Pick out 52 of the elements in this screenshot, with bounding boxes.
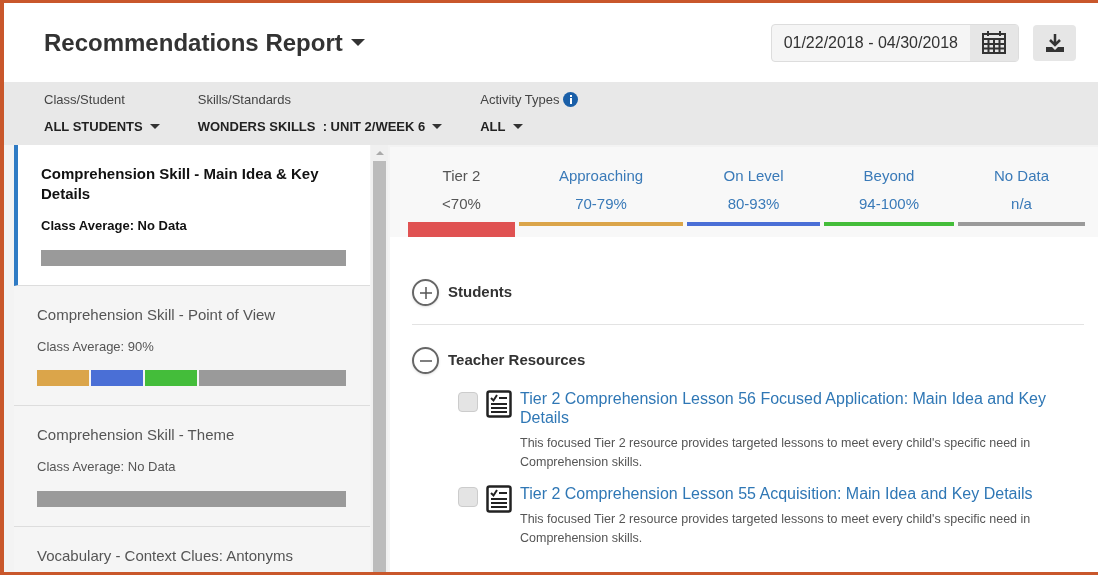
resource-link[interactable]: Tier 2 Comprehension Lesson 56 Focused Application: Main Idea and Key Details <box>520 389 1060 427</box>
tier-label: Tier 2 <box>442 166 481 186</box>
date-range-field[interactable]: 01/22/2018 - 04/30/2018 <box>770 23 1019 62</box>
tier-tab[interactable]: No Data n/a <box>958 165 1085 237</box>
resource-description: This focused Tier 2 resource provides targeted lessons to meet every child's specific need in Comprehension skills. <box>520 435 1032 471</box>
skill-title: Comprehension Skill - Point of View <box>37 304 277 325</box>
tier-label: No Data <box>994 166 1049 186</box>
download-button[interactable] <box>1033 24 1076 61</box>
checkbox[interactable] <box>458 487 478 507</box>
class-average: Class Average: 90% <box>37 337 155 356</box>
tier-label: Approaching <box>558 166 644 186</box>
class-average: Class Average: No Data <box>37 458 177 476</box>
tier-range: 94-100% <box>858 193 919 214</box>
tier-range: n/a <box>1011 193 1032 214</box>
tier-tab[interactable]: Beyond 94-100% <box>824 165 954 237</box>
filter-label: Skills/Standards <box>197 91 291 109</box>
tier-tab[interactable]: On Level 80-93% <box>687 165 820 237</box>
skill-card[interactable]: Comprehension Skill - Main Idea & Key Details Class Average: No Data <box>14 145 370 286</box>
tier-range: 80-93% <box>727 193 780 214</box>
resource-link[interactable]: Tier 2 Comprehension Lesson 55 Acquisition: Main Idea and Key Details <box>520 484 1060 503</box>
filter-dropdown[interactable]: ALL <box>480 116 579 136</box>
class-average: Class Average: No Data <box>41 217 188 235</box>
date-range-text: 01/22/2018 - 04/30/2018 <box>782 32 959 53</box>
skill-title: Vocabulary - Context Clues: Antonyms <box>37 545 294 566</box>
checkbox[interactable] <box>458 392 478 412</box>
tier-range: 70-79% <box>575 193 627 214</box>
caret-icon <box>350 39 365 46</box>
tier-tab[interactable]: Tier 2 <70% <box>408 165 515 237</box>
filter-dropdown[interactable]: ALL STUDENTS <box>44 116 160 136</box>
tier-label: Beyond <box>863 166 915 186</box>
report-title-dropdown[interactable]: Recommendations Report <box>44 24 365 61</box>
tier-tab[interactable]: Approaching 70-79% <box>519 165 683 237</box>
caret-icon <box>432 123 443 129</box>
resource-description: This focused Tier 2 resource provides targeted lessons to meet every child's specific need in Comprehension skills. <box>520 511 1032 547</box>
scroll-up-icon[interactable] <box>375 151 384 155</box>
tier-label: On Level <box>723 166 784 186</box>
skill-title: Comprehension Skill - Theme <box>37 425 236 445</box>
caret-icon <box>149 123 160 129</box>
filter-dropdown[interactable]: WONDERS SKILLS : UNIT 2/WEEK 6 <box>197 116 443 136</box>
section-toggle[interactable]: Teacher Resources <box>412 347 586 374</box>
scrollbar-thumb[interactable] <box>373 161 386 572</box>
info-icon[interactable] <box>563 92 579 108</box>
calendar-icon[interactable] <box>970 24 1018 61</box>
section-toggle[interactable]: Students <box>412 279 513 306</box>
filter-label: Activity Types <box>480 91 560 109</box>
caret-icon <box>512 123 523 129</box>
document-checklist-icon <box>486 485 512 513</box>
document-checklist-icon <box>486 390 512 418</box>
filter-label: Class/Student <box>44 91 125 109</box>
skill-title: Comprehension Skill - Main Idea & Key Details <box>41 164 320 204</box>
download-icon <box>1044 32 1065 53</box>
tier-range: <70% <box>442 193 481 214</box>
